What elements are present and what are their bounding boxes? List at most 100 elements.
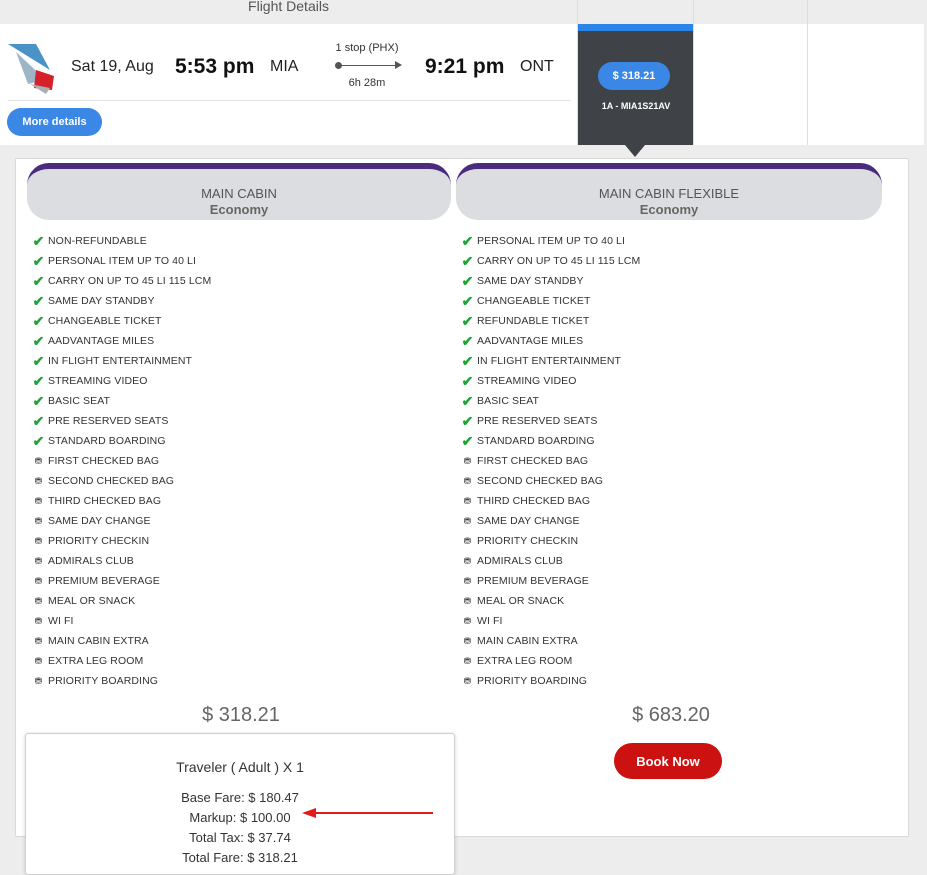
feature-label: AADVANTAGE MILES [477, 335, 584, 347]
cabin-name: MAIN CABIN FLEXIBLE [598, 186, 740, 201]
feature-item: ✔ REFUNDABLE TICKET [461, 311, 640, 331]
coins-icon: ⛃ [34, 655, 43, 666]
feature-item: ⛃ MAIN CABIN EXTRA [461, 631, 640, 651]
selected-indicator [578, 24, 694, 31]
feature-label: IN FLIGHT ENTERTAINMENT [48, 355, 193, 367]
feature-label: BASIC SEAT [477, 395, 540, 407]
feature-label: CHANGEABLE TICKET [477, 295, 591, 307]
flexible-cabin-price: $ 683.20 [632, 704, 710, 726]
feature-label: MAIN CABIN EXTRA [48, 635, 149, 647]
check-icon: ✔ [461, 393, 474, 409]
coins-icon: ⛃ [463, 535, 472, 546]
economy-fare-cell[interactable]: $ 318.21 1A - MIA1S21AV [578, 31, 694, 157]
cabin-name: MAIN CABIN [201, 186, 277, 201]
base-fare: Base Fare: $ 180.47 [181, 790, 299, 805]
popover-title: Traveler ( Adult ) X 1 [176, 759, 304, 775]
check-icon: ✔ [461, 373, 474, 389]
check-icon: ✔ [461, 333, 474, 349]
feature-label: EXTRA LEG ROOM [48, 655, 144, 667]
check-icon: ✔ [32, 313, 45, 329]
feature-label: BASIC SEAT [48, 395, 111, 407]
feature-item: ⛃ MAIN CABIN EXTRA [32, 631, 211, 651]
feature-item: ✔ BASIC SEAT [32, 391, 211, 411]
feature-item: ⛃ ADMIRALS CLUB [32, 551, 211, 571]
feature-label: CARRY ON UP TO 45 LI 115 LCM [477, 255, 641, 267]
coins-icon: ⛃ [34, 675, 43, 686]
feature-item: ⛃ FIRST CHECKED BAG [32, 451, 211, 471]
class-tab-economy[interactable] [578, 0, 694, 24]
destination-airport: ONT [520, 58, 554, 75]
feature-label: SAME DAY CHANGE [48, 515, 151, 527]
feature-label: CARRY ON UP TO 45 LI 115 LCM [48, 275, 212, 287]
feature-item: ✔ BASIC SEAT [461, 391, 640, 411]
more-details-button[interactable]: More details [7, 108, 102, 136]
check-icon: ✔ [32, 333, 45, 349]
feature-label: MEAL OR SNACK [477, 595, 565, 607]
feature-item: ⛃ ADMIRALS CLUB [461, 551, 640, 571]
feature-item: ✔ AADVANTAGE MILES [32, 331, 211, 351]
feature-item: ⛃ EXTRA LEG ROOM [32, 651, 211, 671]
feature-label: THIRD CHECKED BAG [477, 495, 591, 507]
feature-item: ✔ PERSONAL ITEM UP TO 40 LI [461, 231, 640, 251]
feature-label: EXTRA LEG ROOM [477, 655, 573, 667]
stops-info: 1 stop (PHX) [335, 42, 399, 54]
feature-label: MAIN CABIN EXTRA [477, 635, 578, 647]
feature-label: PRIORITY BOARDING [477, 675, 588, 687]
check-icon: ✔ [32, 273, 45, 289]
feature-item: ⛃ MEAL OR SNACK [32, 591, 211, 611]
feature-item: ✔ STREAMING VIDEO [32, 371, 211, 391]
feature-label: PRE RESERVED SEATS [477, 415, 598, 427]
feature-label: WI FI [48, 615, 74, 627]
feature-label: CHANGEABLE TICKET [48, 315, 162, 327]
class-tab-business[interactable] [694, 0, 808, 24]
flight-row[interactable]: Sat 19, Aug 5:53 pm MIA 1 stop (PHX) 6h … [0, 24, 577, 145]
check-icon: ✔ [32, 253, 45, 269]
check-icon: ✔ [32, 393, 45, 409]
class-column-economy[interactable]: $ 318.21 1A - MIA1S21AV [577, 0, 694, 157]
feature-item: ✔ STANDARD BOARDING [461, 431, 640, 451]
feature-item: ⛃ SECOND CHECKED BAG [461, 471, 640, 491]
coins-icon: ⛃ [34, 555, 43, 566]
coins-icon: ⛃ [34, 535, 43, 546]
book-now-button[interactable]: Book Now [614, 743, 722, 779]
feature-item: ⛃ SAME DAY CHANGE [461, 511, 640, 531]
feature-item: ⛃ PREMIUM BEVERAGE [32, 571, 211, 591]
coins-icon: ⛃ [463, 455, 472, 466]
coins-icon: ⛃ [34, 455, 43, 466]
coins-icon: ⛃ [463, 515, 472, 526]
coins-icon: ⛃ [34, 515, 43, 526]
coins-icon: ⛃ [463, 595, 472, 606]
check-icon: ✔ [461, 253, 474, 269]
coins-icon: ⛃ [463, 475, 472, 486]
feature-item: ⛃ EXTRA LEG ROOM [461, 651, 640, 671]
feature-label: MEAL OR SNACK [48, 595, 136, 607]
feature-label: PREMIUM BEVERAGE [48, 575, 160, 587]
feature-item: ⛃ THIRD CHECKED BAG [32, 491, 211, 511]
feature-item: ✔ SAME DAY STANDBY [32, 291, 211, 311]
check-icon: ✔ [461, 413, 474, 429]
feature-item: ✔ STANDARD BOARDING [32, 431, 211, 451]
feature-label: FIRST CHECKED BAG [477, 455, 589, 467]
feature-label: ADMIRALS CLUB [48, 555, 134, 567]
class-column-business[interactable] [693, 0, 808, 145]
economy-price-button[interactable]: $ 318.21 [598, 62, 670, 90]
coins-icon: ⛃ [463, 495, 472, 506]
cabin-class: Economy [639, 202, 699, 217]
coins-icon: ⛃ [34, 495, 43, 506]
total-fare: Total Fare: $ 318.21 [182, 850, 298, 865]
cabin-class: Economy [209, 202, 269, 217]
feature-label: NON-REFUNDABLE [48, 235, 147, 247]
feature-label: SAME DAY CHANGE [477, 515, 580, 527]
class-tab-first[interactable] [808, 0, 924, 24]
feature-item: ⛃ THIRD CHECKED BAG [461, 491, 640, 511]
main-cabin-price[interactable]: $ 318.21 [186, 704, 296, 727]
feature-label: REFUNDABLE TICKET [477, 315, 590, 327]
feature-label: IN FLIGHT ENTERTAINMENT [477, 355, 622, 367]
feature-item: ⛃ PRIORITY CHECKIN [461, 531, 640, 551]
feature-label: SECOND CHECKED BAG [48, 475, 175, 487]
feature-item: ⛃ MEAL OR SNACK [461, 591, 640, 611]
class-column-first[interactable] [807, 0, 924, 145]
feature-item: ⛃ PRIORITY BOARDING [32, 671, 211, 691]
feature-item: ✔ PRE RESERVED SEATS [32, 411, 211, 431]
feature-item: ⛃ PRIORITY CHECKIN [32, 531, 211, 551]
